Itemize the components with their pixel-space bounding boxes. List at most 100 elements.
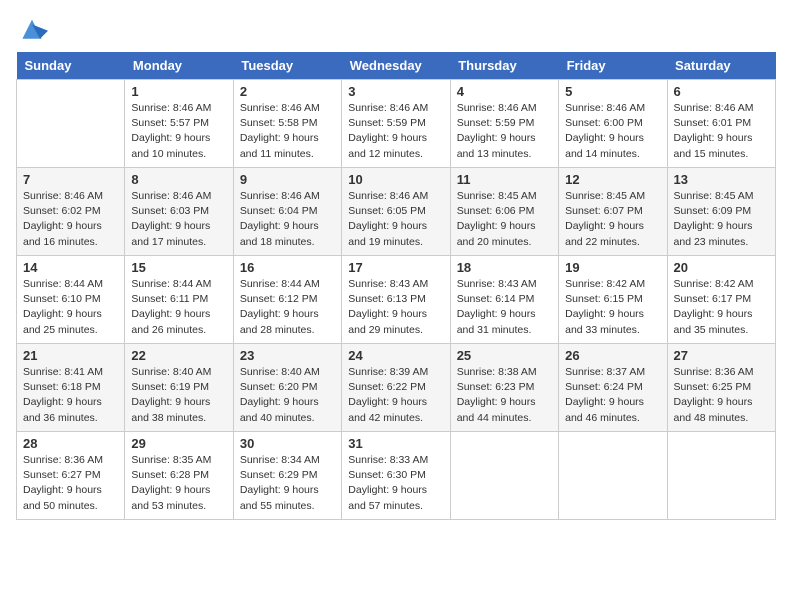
page-header	[16, 16, 776, 44]
week-row-4: 21 Sunrise: 8:41 AMSunset: 6:18 PMDayligh…	[17, 344, 776, 432]
calendar-cell: 28 Sunrise: 8:36 AMSunset: 6:27 PMDayligh…	[17, 432, 125, 520]
date-number: 4	[457, 84, 552, 99]
date-number: 27	[674, 348, 769, 363]
cell-details: Sunrise: 8:44 AMSunset: 6:12 PMDaylight:…	[240, 277, 335, 338]
calendar-cell: 12Sunrise: 8:45 AMSunset: 6:07 PMDayligh…	[559, 168, 667, 256]
date-number: 1	[131, 84, 226, 99]
calendar-cell: 25 Sunrise: 8:38 AMSunset: 6:23 PMDayligh…	[450, 344, 558, 432]
calendar-cell: 27 Sunrise: 8:36 AMSunset: 6:25 PMDayligh…	[667, 344, 775, 432]
calendar-cell: 4 Sunrise: 8:46 AMSunset: 5:59 PMDaylight…	[450, 80, 558, 168]
date-number: 28	[23, 436, 118, 451]
date-number: 8	[131, 172, 226, 187]
cell-details: Sunrise: 8:46 AMSunset: 6:03 PMDaylight:…	[131, 189, 226, 250]
calendar-cell: 3 Sunrise: 8:46 AMSunset: 5:59 PMDaylight…	[342, 80, 450, 168]
cell-details: Sunrise: 8:46 AMSunset: 5:59 PMDaylight:…	[457, 101, 552, 162]
cell-details: Sunrise: 8:43 AMSunset: 6:13 PMDaylight:…	[348, 277, 443, 338]
cell-details: Sunrise: 8:45 AMSunset: 6:06 PMDaylight:…	[457, 189, 552, 250]
calendar-cell: 17 Sunrise: 8:43 AMSunset: 6:13 PMDayligh…	[342, 256, 450, 344]
date-number: 20	[674, 260, 769, 275]
cell-details: Sunrise: 8:45 AMSunset: 6:09 PMDaylight:…	[674, 189, 769, 250]
cell-details: Sunrise: 8:42 AMSunset: 6:17 PMDaylight:…	[674, 277, 769, 338]
cell-details: Sunrise: 8:40 AMSunset: 6:19 PMDaylight:…	[131, 365, 226, 426]
date-number: 7	[23, 172, 118, 187]
cell-details: Sunrise: 8:46 AMSunset: 5:58 PMDaylight:…	[240, 101, 335, 162]
calendar-cell	[450, 432, 558, 520]
date-number: 25	[457, 348, 552, 363]
day-header-thursday: Thursday	[450, 52, 558, 80]
calendar-cell: 2 Sunrise: 8:46 AMSunset: 5:58 PMDaylight…	[233, 80, 341, 168]
day-header-saturday: Saturday	[667, 52, 775, 80]
calendar-cell: 1 Sunrise: 8:46 AMSunset: 5:57 PMDaylight…	[125, 80, 233, 168]
cell-details: Sunrise: 8:44 AMSunset: 6:10 PMDaylight:…	[23, 277, 118, 338]
cell-details: Sunrise: 8:46 AMSunset: 6:00 PMDaylight:…	[565, 101, 660, 162]
cell-details: Sunrise: 8:44 AMSunset: 6:11 PMDaylight:…	[131, 277, 226, 338]
week-row-5: 28 Sunrise: 8:36 AMSunset: 6:27 PMDayligh…	[17, 432, 776, 520]
logo-icon	[16, 16, 48, 44]
day-header-sunday: Sunday	[17, 52, 125, 80]
cell-details: Sunrise: 8:38 AMSunset: 6:23 PMDaylight:…	[457, 365, 552, 426]
date-number: 15	[131, 260, 226, 275]
calendar-cell: 14 Sunrise: 8:44 AMSunset: 6:10 PMDayligh…	[17, 256, 125, 344]
cell-details: Sunrise: 8:36 AMSunset: 6:27 PMDaylight:…	[23, 453, 118, 514]
calendar-cell: 26Sunrise: 8:37 AMSunset: 6:24 PMDayligh…	[559, 344, 667, 432]
date-number: 31	[348, 436, 443, 451]
calendar-table: SundayMondayTuesdayWednesdayThursdayFrid…	[16, 52, 776, 520]
cell-details: Sunrise: 8:46 AMSunset: 6:05 PMDaylight:…	[348, 189, 443, 250]
header-row: SundayMondayTuesdayWednesdayThursdayFrid…	[17, 52, 776, 80]
calendar-cell: 6 Sunrise: 8:46 AMSunset: 6:01 PMDaylight…	[667, 80, 775, 168]
date-number: 17	[348, 260, 443, 275]
cell-details: Sunrise: 8:35 AMSunset: 6:28 PMDaylight:…	[131, 453, 226, 514]
date-number: 13	[674, 172, 769, 187]
calendar-cell: 5 Sunrise: 8:46 AMSunset: 6:00 PMDaylight…	[559, 80, 667, 168]
date-number: 9	[240, 172, 335, 187]
calendar-cell: 30 Sunrise: 8:34 AMSunset: 6:29 PMDayligh…	[233, 432, 341, 520]
date-number: 11	[457, 172, 552, 187]
calendar-cell: 18Sunrise: 8:43 AMSunset: 6:14 PMDayligh…	[450, 256, 558, 344]
calendar-cell: 29Sunrise: 8:35 AMSunset: 6:28 PMDayligh…	[125, 432, 233, 520]
day-header-tuesday: Tuesday	[233, 52, 341, 80]
date-number: 30	[240, 436, 335, 451]
calendar-cell: 21 Sunrise: 8:41 AMSunset: 6:18 PMDayligh…	[17, 344, 125, 432]
cell-details: Sunrise: 8:33 AMSunset: 6:30 PMDaylight:…	[348, 453, 443, 514]
cell-details: Sunrise: 8:46 AMSunset: 5:59 PMDaylight:…	[348, 101, 443, 162]
week-row-1: 1 Sunrise: 8:46 AMSunset: 5:57 PMDaylight…	[17, 80, 776, 168]
cell-details: Sunrise: 8:42 AMSunset: 6:15 PMDaylight:…	[565, 277, 660, 338]
cell-details: Sunrise: 8:36 AMSunset: 6:25 PMDaylight:…	[674, 365, 769, 426]
week-row-3: 14 Sunrise: 8:44 AMSunset: 6:10 PMDayligh…	[17, 256, 776, 344]
calendar-cell: 20 Sunrise: 8:42 AMSunset: 6:17 PMDayligh…	[667, 256, 775, 344]
calendar-cell: 19Sunrise: 8:42 AMSunset: 6:15 PMDayligh…	[559, 256, 667, 344]
date-number: 10	[348, 172, 443, 187]
date-number: 2	[240, 84, 335, 99]
date-number: 6	[674, 84, 769, 99]
calendar-cell: 24Sunrise: 8:39 AMSunset: 6:22 PMDayligh…	[342, 344, 450, 432]
calendar-cell: 11 Sunrise: 8:45 AMSunset: 6:06 PMDayligh…	[450, 168, 558, 256]
calendar-cell: 13 Sunrise: 8:45 AMSunset: 6:09 PMDayligh…	[667, 168, 775, 256]
logo	[16, 16, 52, 44]
date-number: 22	[131, 348, 226, 363]
cell-details: Sunrise: 8:46 AMSunset: 6:02 PMDaylight:…	[23, 189, 118, 250]
date-number: 23	[240, 348, 335, 363]
date-number: 21	[23, 348, 118, 363]
date-number: 26	[565, 348, 660, 363]
calendar-cell	[17, 80, 125, 168]
cell-details: Sunrise: 8:46 AMSunset: 5:57 PMDaylight:…	[131, 101, 226, 162]
date-number: 24	[348, 348, 443, 363]
week-row-2: 7 Sunrise: 8:46 AMSunset: 6:02 PMDaylight…	[17, 168, 776, 256]
calendar-cell: 9Sunrise: 8:46 AMSunset: 6:04 PMDaylight…	[233, 168, 341, 256]
calendar-cell	[667, 432, 775, 520]
date-number: 5	[565, 84, 660, 99]
date-number: 16	[240, 260, 335, 275]
calendar-cell: 8 Sunrise: 8:46 AMSunset: 6:03 PMDaylight…	[125, 168, 233, 256]
date-number: 14	[23, 260, 118, 275]
date-number: 3	[348, 84, 443, 99]
day-header-monday: Monday	[125, 52, 233, 80]
calendar-cell: 7 Sunrise: 8:46 AMSunset: 6:02 PMDaylight…	[17, 168, 125, 256]
calendar-cell	[559, 432, 667, 520]
cell-details: Sunrise: 8:45 AMSunset: 6:07 PMDaylight:…	[565, 189, 660, 250]
cell-details: Sunrise: 8:41 AMSunset: 6:18 PMDaylight:…	[23, 365, 118, 426]
day-header-wednesday: Wednesday	[342, 52, 450, 80]
cell-details: Sunrise: 8:34 AMSunset: 6:29 PMDaylight:…	[240, 453, 335, 514]
cell-details: Sunrise: 8:46 AMSunset: 6:01 PMDaylight:…	[674, 101, 769, 162]
cell-details: Sunrise: 8:43 AMSunset: 6:14 PMDaylight:…	[457, 277, 552, 338]
cell-details: Sunrise: 8:40 AMSunset: 6:20 PMDaylight:…	[240, 365, 335, 426]
